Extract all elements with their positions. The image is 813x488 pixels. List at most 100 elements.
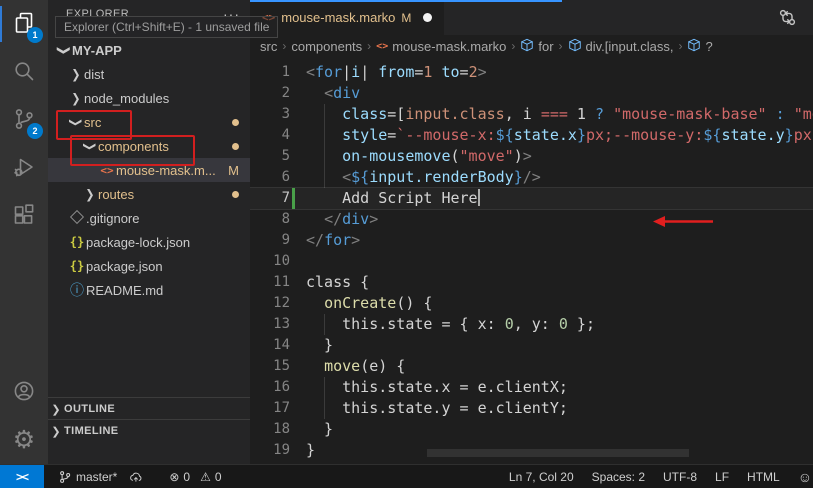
status-line-col[interactable]: Ln 7, Col 20 xyxy=(500,470,583,484)
chevron-down-icon: ❯ xyxy=(82,141,97,151)
tree-item-label: routes xyxy=(98,186,135,202)
breadcrumb-item[interactable]: for xyxy=(520,38,554,55)
activity-account-button[interactable] xyxy=(0,368,48,416)
activity-source-control-button[interactable]: 2 xyxy=(0,96,48,144)
line-number: 3 xyxy=(281,106,290,122)
outline-section[interactable]: ❯ OUTLINE xyxy=(48,397,250,420)
active-tab-top-border xyxy=(250,0,562,2)
activity-search-button[interactable] xyxy=(0,48,48,96)
breadcrumb-label: components xyxy=(291,38,363,54)
tab-mouse-mask-marko[interactable]: <> mouse-mask.marko M xyxy=(250,0,445,35)
symbol-icon xyxy=(568,38,582,55)
breadcrumb-separator: › xyxy=(678,39,683,53)
breadcrumb-separator: › xyxy=(558,39,563,53)
chevron-right-icon: ❯ xyxy=(51,403,61,416)
activity-explorer-button[interactable]: 1 xyxy=(0,0,48,48)
extensions-icon xyxy=(12,203,36,230)
timeline-section[interactable]: ❯ TIMELINE xyxy=(48,419,250,442)
modified-dot-icon xyxy=(232,190,239,198)
tree-item-package-lock-json[interactable]: {} package-lock.json xyxy=(48,230,250,254)
code-line-18: 18 } xyxy=(250,419,813,440)
root-folder-label: MY-APP xyxy=(72,42,122,58)
code-line-17: 17 this.state.y = e.clientY; xyxy=(250,398,813,419)
outline-label: OUTLINE xyxy=(64,403,116,415)
explorer-tooltip: Explorer (Ctrl+Shift+E) - 1 unsaved file xyxy=(55,16,279,38)
gear-icon: ⚙ xyxy=(12,425,36,454)
branch-label: master* xyxy=(76,469,118,484)
warning-count: 0 xyxy=(214,469,222,484)
problems-item[interactable]: ⊗ 0 ⚠ 0 xyxy=(163,465,227,488)
line-number: 6 xyxy=(281,169,290,185)
status-language-mode[interactable]: HTML xyxy=(738,470,789,484)
symbol-icon xyxy=(520,38,534,55)
indent-guide xyxy=(324,377,325,398)
tree-item-label: dist xyxy=(84,66,105,82)
tree-root-my-app[interactable]: ❯ MY-APP xyxy=(48,38,250,62)
activity-run-debug-button[interactable] xyxy=(0,144,48,192)
breadcrumb-item[interactable]: src xyxy=(260,39,277,54)
activity-extensions-button[interactable] xyxy=(0,192,48,240)
run-debug-icon xyxy=(12,155,36,182)
line-number: 2 xyxy=(281,85,290,101)
breadcrumb-label: ? xyxy=(705,38,713,54)
line-number: 16 xyxy=(273,379,290,395)
breadcrumb-label: src xyxy=(260,38,278,54)
tab-label: mouse-mask.marko xyxy=(281,10,396,25)
status-bar: >< master* ⊗ 0 ⚠ 0 Ln 7, Col 20 Spaces: 2… xyxy=(0,464,813,488)
status-bar-right: Ln 7, Col 20 Spaces: 2 UTF-8 LF HTML ☺ xyxy=(500,469,813,485)
indent-guide xyxy=(324,104,325,125)
breadcrumb-item[interactable]: div.[input.class, xyxy=(568,38,673,55)
tree-item-src[interactable]: ❯ src xyxy=(48,110,250,134)
line-number: 1 xyxy=(281,64,290,80)
activity-settings-button[interactable]: ⚙ xyxy=(0,416,48,464)
line-number: 12 xyxy=(273,295,290,311)
tree-item-components[interactable]: ❯ components xyxy=(48,134,250,158)
status-eol[interactable]: LF xyxy=(706,470,738,484)
error-icon: ⊗ xyxy=(169,469,180,484)
status-encoding[interactable]: UTF-8 xyxy=(654,470,706,484)
badge: 1 xyxy=(27,27,43,43)
modified-dot-icon xyxy=(232,118,239,126)
breadcrumb-separator: › xyxy=(367,39,372,53)
breadcrumb-item[interactable]: <> mouse-mask.marko xyxy=(376,39,506,54)
code-line-4: 4 style=`--mouse-x:${state.x}px;--mouse-… xyxy=(250,125,813,146)
search-icon xyxy=(12,59,36,86)
remote-indicator[interactable]: >< xyxy=(0,465,44,488)
account-icon xyxy=(12,379,36,406)
tree-item-label: mouse-mask.m... xyxy=(116,162,216,178)
feedback-smiley-icon[interactable]: ☺ xyxy=(789,469,813,485)
open-changes-icon[interactable] xyxy=(778,8,797,30)
timeline-label: TIMELINE xyxy=(64,425,119,437)
tree-item-mouse-mask-m-[interactable]: <> mouse-mask.m... M xyxy=(48,158,250,182)
tree-item--gitignore[interactable]: .gitignore xyxy=(48,206,250,230)
git-branch-item[interactable]: master* xyxy=(52,465,123,488)
tree-item-dist[interactable]: ❯ dist xyxy=(48,62,250,86)
code-line-2: 2 <div xyxy=(250,83,813,104)
sync-changes-item[interactable] xyxy=(123,465,149,488)
git-file-icon xyxy=(68,209,86,225)
line-number: 18 xyxy=(273,421,290,437)
code-line-15: 15 move(e) { xyxy=(250,356,813,377)
badge: 2 xyxy=(27,123,43,139)
code-editor[interactable]: 1 <for|i| from=1 to=2> 2 <div 3 class=[inpu… xyxy=(250,57,813,461)
horizontal-scrollbar[interactable] xyxy=(427,449,689,457)
status-indentation[interactable]: Spaces: 2 xyxy=(583,470,654,484)
symbol-icon xyxy=(687,38,701,55)
unsaved-dot-icon[interactable] xyxy=(423,13,433,22)
explorer-sidebar: EXPLORER ··· ❯ MY-APP ❯ dist ❯ node_modules… xyxy=(48,0,250,464)
tree-item-routes[interactable]: ❯ routes xyxy=(48,182,250,206)
cloud-upload-icon xyxy=(130,472,142,482)
tree-item-readme-md[interactable]: ⓘ README.md xyxy=(48,278,250,302)
breadcrumb-item[interactable]: components xyxy=(291,39,362,54)
tree-item-node-modules[interactable]: ❯ node_modules xyxy=(48,86,250,110)
editor-group: <> mouse-mask.marko M src › components › <>m… xyxy=(250,0,813,464)
code-line-6: 6 <${input.renderBody}/> xyxy=(250,167,813,188)
tree-item-label: package-lock.json xyxy=(86,234,191,250)
indent-guide xyxy=(324,146,325,167)
tree-item-package-json[interactable]: {} package.json xyxy=(48,254,250,278)
text-cursor xyxy=(477,189,480,206)
code-line-5: 5 on-mousemove("move")> xyxy=(250,146,813,167)
breadcrumb-item[interactable]: ? xyxy=(687,38,713,55)
breadcrumb-label: mouse-mask.marko xyxy=(392,38,507,54)
code-line-16: 16 this.state.x = e.clientX; xyxy=(250,377,813,398)
